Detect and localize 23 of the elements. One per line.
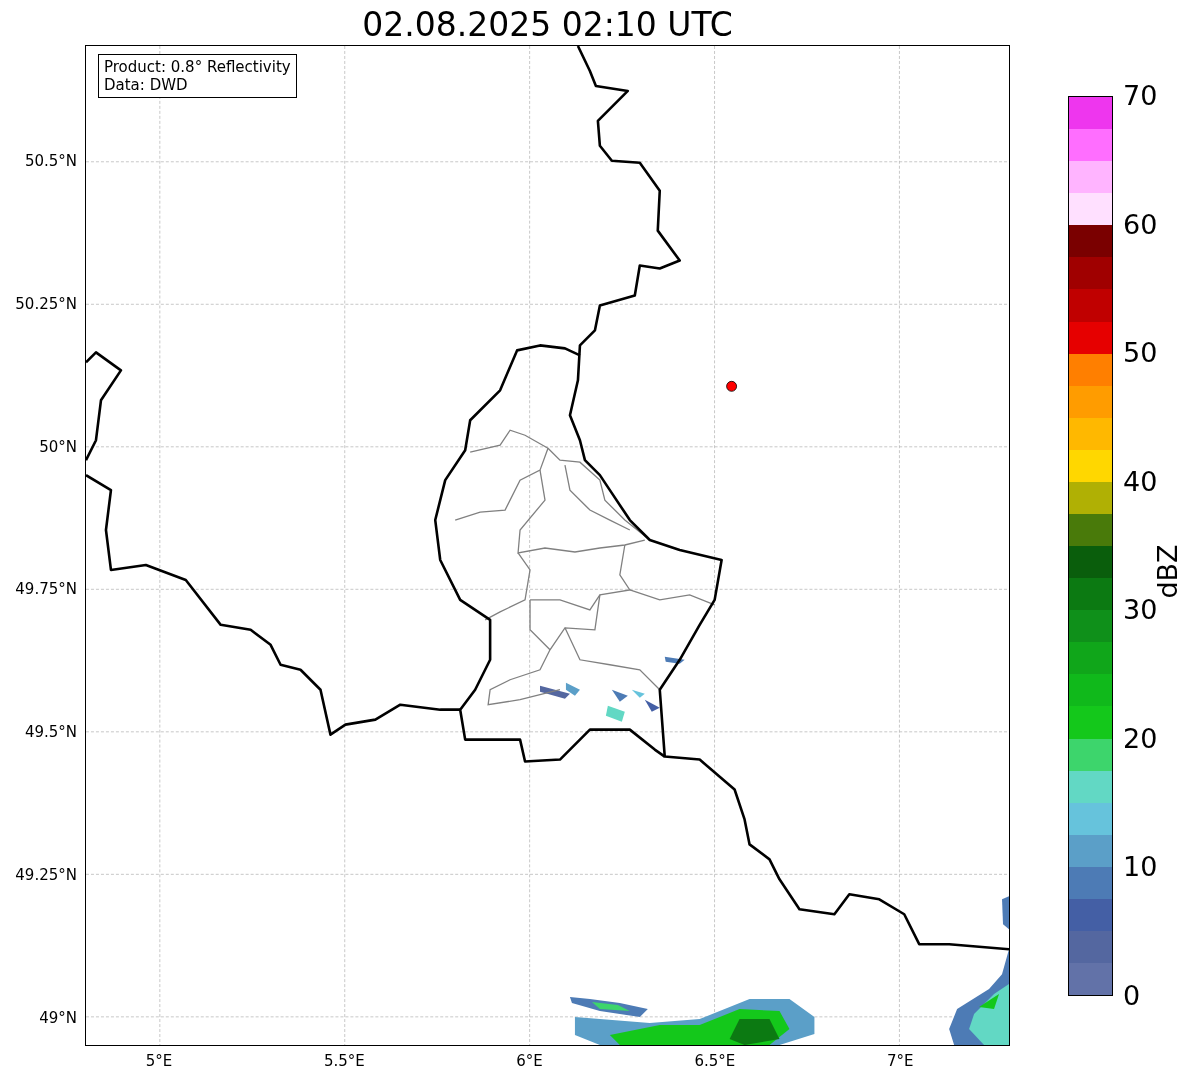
latitude-label: 50.5°N <box>24 152 77 170</box>
latitude-label: 49.5°N <box>24 723 77 742</box>
chart-title: 02.08.2025 02:10 UTC <box>362 5 733 45</box>
longitude-label: 7°E <box>886 1052 914 1070</box>
colorbar-tick-label: 10 <box>1123 852 1158 883</box>
colorbar-tick-label: 60 <box>1123 209 1158 240</box>
longitude-label: 6°E <box>516 1052 543 1070</box>
latitude-label: 50°N <box>39 437 77 456</box>
info-text: Product: 0.8° Reflectivity <box>104 58 291 76</box>
colorbar-tick-label: 70 <box>1123 81 1158 111</box>
colorbar-tick-label: 0 <box>1123 981 1141 1011</box>
latitude-label: 49.25°N <box>15 866 77 884</box>
latitude-label: 49°N <box>39 1008 77 1027</box>
info-text: Data: DWD <box>104 76 189 94</box>
colorbar-tick-label: 50 <box>1123 338 1158 369</box>
longitude-label: 6.5°E <box>694 1052 736 1070</box>
latitude-label: 50.25°N <box>15 294 77 313</box>
location-marker <box>726 380 737 392</box>
longitude-label: 5°E <box>145 1052 173 1070</box>
longitude-label: 5.5°E <box>323 1052 365 1070</box>
colorbar-tick-label: 20 <box>1123 723 1158 754</box>
latitude-label: 49.75°N <box>15 580 77 599</box>
colorbar-tick-label: 40 <box>1123 466 1158 497</box>
